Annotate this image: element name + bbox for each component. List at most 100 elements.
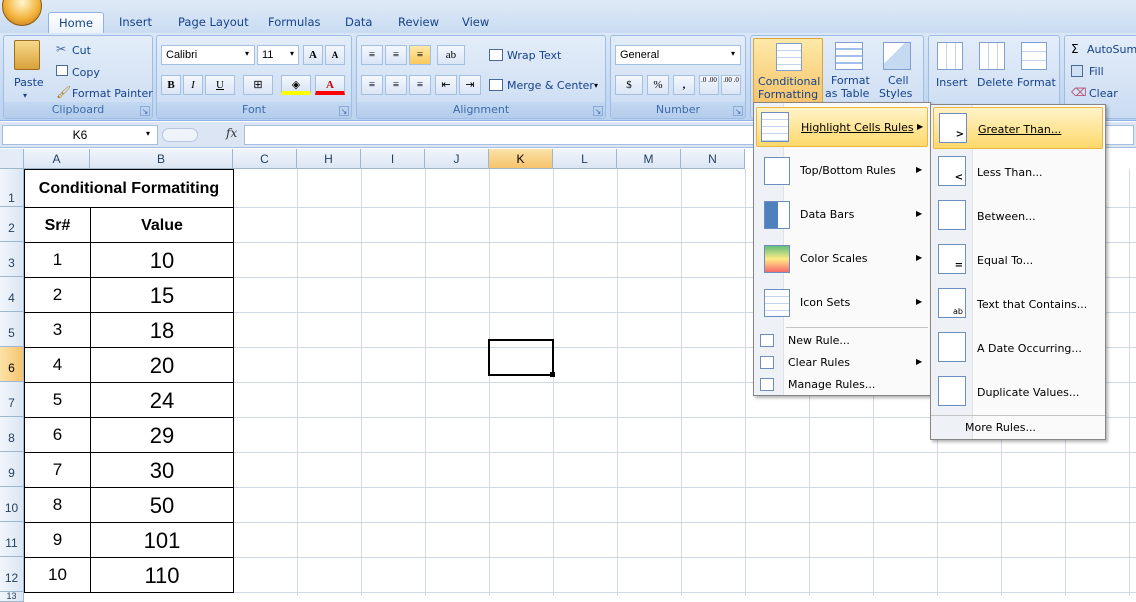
- cell-sr[interactable]: 3: [25, 313, 91, 348]
- submenu-duplicate-values[interactable]: Duplicate Values...: [933, 371, 1103, 413]
- align-center-icon[interactable]: ≡: [385, 75, 407, 95]
- menu-manage-rules[interactable]: Manage Rules...: [756, 375, 928, 395]
- formula-bar-handle[interactable]: [162, 128, 198, 142]
- submenu-more-rules[interactable]: More Rules...: [933, 418, 1103, 438]
- submenu-between[interactable]: Between...: [933, 195, 1103, 237]
- column-header-l[interactable]: L: [553, 149, 617, 169]
- copy-button[interactable]: Copy: [72, 66, 100, 79]
- font-color-button[interactable]: A: [315, 75, 345, 95]
- row-header-8[interactable]: 8: [0, 417, 24, 452]
- row-header-10[interactable]: 10: [0, 487, 24, 522]
- merge-dropdown-icon[interactable]: ▾: [594, 81, 598, 90]
- menu-color-scales[interactable]: Color Scales ▶: [756, 239, 928, 279]
- autosum-button[interactable]: AutoSum: [1087, 43, 1136, 56]
- column-header-m[interactable]: M: [617, 149, 681, 169]
- italic-button[interactable]: I: [183, 75, 203, 95]
- tab-home[interactable]: Home: [48, 12, 104, 35]
- cell-value[interactable]: 10: [91, 243, 234, 278]
- font-name-box[interactable]: Calibri: [161, 45, 255, 65]
- format-as-table-label-2[interactable]: as Table: [825, 87, 869, 100]
- menu-data-bars[interactable]: Data Bars ▶: [756, 195, 928, 235]
- row-header-3[interactable]: 3: [0, 242, 24, 277]
- row-header-13[interactable]: 13: [0, 592, 24, 602]
- cell-sr[interactable]: 1: [25, 243, 91, 278]
- align-right-icon[interactable]: ≡: [409, 75, 431, 95]
- cell-sr[interactable]: 4: [25, 348, 91, 383]
- row-header-9[interactable]: 9: [0, 452, 24, 487]
- active-cell-k6[interactable]: [488, 339, 554, 376]
- menu-new-rule[interactable]: New Rule...: [756, 331, 928, 351]
- tab-data[interactable]: Data: [343, 12, 374, 34]
- font-launcher-icon[interactable]: ↘: [339, 106, 349, 116]
- column-header-a[interactable]: A: [24, 149, 90, 169]
- conditional-formatting-button[interactable]: Conditional Formatting: [753, 38, 823, 104]
- cell-styles-label-2[interactable]: Styles: [879, 87, 912, 100]
- row-header-5[interactable]: 5: [0, 312, 24, 347]
- row-header-11[interactable]: 11: [0, 522, 24, 557]
- menu-clear-rules[interactable]: Clear Rules ▶: [756, 353, 928, 373]
- cell-value[interactable]: 18: [91, 313, 234, 348]
- borders-button[interactable]: ⊞: [243, 75, 273, 95]
- submenu-equal-to[interactable]: = Equal To...: [933, 239, 1103, 281]
- align-middle-icon[interactable]: ≡: [385, 45, 407, 65]
- cell-value[interactable]: 15: [91, 278, 234, 313]
- cell-styles-label-1[interactable]: Cell: [888, 74, 909, 87]
- merge-center-button[interactable]: Merge & Center: [507, 79, 594, 92]
- cell-value[interactable]: 110: [91, 558, 234, 593]
- row-header-4[interactable]: 4: [0, 277, 24, 312]
- format-painter-button[interactable]: Format Painter: [72, 87, 153, 100]
- cell-value[interactable]: 50: [91, 488, 234, 523]
- grow-font-button[interactable]: A: [303, 45, 323, 65]
- menu-top-bottom-rules[interactable]: Top/Bottom Rules ▶: [756, 151, 928, 191]
- cell-value[interactable]: 20: [91, 348, 234, 383]
- tab-insert[interactable]: Insert: [117, 12, 154, 34]
- submenu-text-contains[interactable]: ab Text that Contains...: [933, 283, 1103, 325]
- column-header-i[interactable]: I: [361, 149, 425, 169]
- clipboard-launcher-icon[interactable]: ↘: [140, 106, 150, 116]
- paste-dropdown-icon[interactable]: ▾: [23, 91, 27, 100]
- cell-value[interactable]: 24: [91, 383, 234, 418]
- cut-button[interactable]: Cut: [72, 44, 91, 57]
- submenu-greater-than[interactable]: > Greater Than...: [933, 107, 1103, 149]
- align-left-icon[interactable]: ≡: [361, 75, 383, 95]
- row-header-12[interactable]: 12: [0, 557, 24, 592]
- cell-sr[interactable]: 7: [25, 453, 91, 488]
- tab-formulas[interactable]: Formulas: [266, 12, 323, 34]
- font-size-dropdown-icon[interactable]: ▾: [290, 49, 294, 58]
- underline-button[interactable]: U: [205, 75, 235, 95]
- increase-indent-icon[interactable]: ⇥: [459, 75, 481, 95]
- cell-value[interactable]: 29: [91, 418, 234, 453]
- column-header-c[interactable]: C: [233, 149, 297, 169]
- tab-review[interactable]: Review: [396, 12, 441, 34]
- submenu-less-than[interactable]: < Less Than...: [933, 151, 1103, 193]
- align-bottom-icon[interactable]: ≡: [409, 45, 431, 65]
- office-button[interactable]: [2, 0, 42, 26]
- increase-decimal-button[interactable]: .0 .00: [699, 75, 719, 95]
- submenu-date-occurring[interactable]: A Date Occurring...: [933, 327, 1103, 369]
- cell-sr[interactable]: 9: [25, 523, 91, 558]
- cell-sr[interactable]: 6: [25, 418, 91, 453]
- percent-button[interactable]: %: [647, 75, 669, 95]
- format-cells-button[interactable]: Format: [1017, 76, 1056, 89]
- insert-function-icon[interactable]: fx: [226, 126, 237, 140]
- row-header-6[interactable]: 6: [0, 347, 24, 382]
- fill-button[interactable]: Fill: [1089, 65, 1104, 78]
- wrap-text-button[interactable]: Wrap Text: [507, 49, 561, 62]
- menu-icon-sets[interactable]: Icon Sets ▶: [756, 283, 928, 323]
- number-format-box[interactable]: General: [615, 45, 741, 65]
- fill-handle[interactable]: [550, 372, 555, 377]
- clear-button[interactable]: Clear: [1089, 87, 1118, 100]
- column-header-j[interactable]: J: [425, 149, 489, 169]
- cell-value[interactable]: 101: [91, 523, 234, 558]
- insert-cells-button[interactable]: Insert: [936, 76, 968, 89]
- tab-page-layout[interactable]: Page Layout: [176, 12, 251, 34]
- row-header-2[interactable]: 2: [0, 207, 24, 242]
- column-header-h[interactable]: H: [297, 149, 361, 169]
- decrease-decimal-button[interactable]: .00 .0: [721, 75, 741, 95]
- delete-cells-button[interactable]: Delete: [977, 76, 1013, 89]
- align-top-icon[interactable]: ≡: [361, 45, 383, 65]
- number-launcher-icon[interactable]: ↘: [733, 106, 743, 116]
- shrink-font-button[interactable]: A: [325, 45, 345, 65]
- row-header-7[interactable]: 7: [0, 382, 24, 417]
- cell-sr[interactable]: 2: [25, 278, 91, 313]
